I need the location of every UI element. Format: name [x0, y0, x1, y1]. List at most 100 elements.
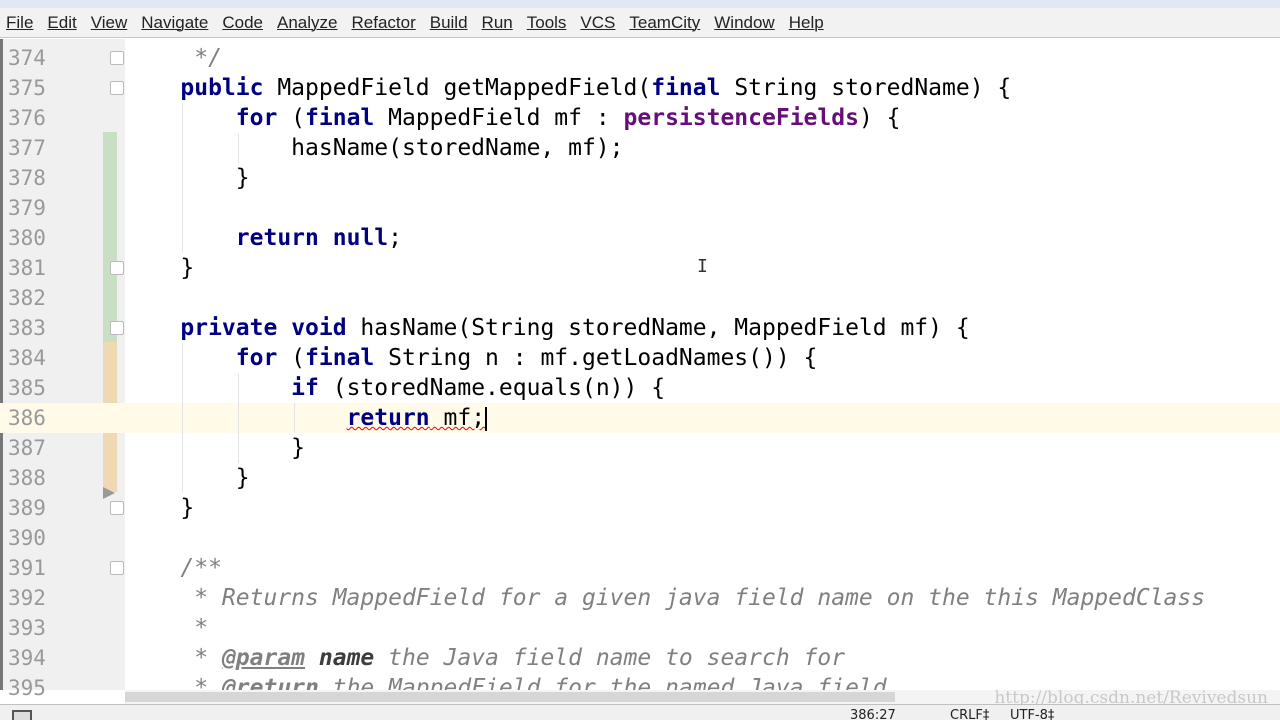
indent-guide — [238, 133, 239, 163]
code-token: @param — [221, 645, 306, 671]
code-token: hasName(storedName, mf); — [125, 135, 624, 161]
code-token: * Returns MappedField for a given java f… — [180, 585, 1206, 611]
code-token: ) { — [858, 105, 901, 131]
code-token: for — [235, 105, 278, 131]
title-bar — [0, 0, 1280, 8]
code-line[interactable]: 392 * Returns MappedField for a given ja… — [0, 583, 1280, 613]
code-line[interactable]: 374 */ — [0, 43, 1280, 73]
code-text: private void hasName(String storedName, … — [125, 313, 969, 343]
code-token: the Java field name to search for — [374, 645, 846, 671]
code-line[interactable]: 376 for (final MappedField mf : persiste… — [0, 103, 1280, 133]
code-text: } — [125, 253, 194, 283]
code-token: persistenceFields — [623, 105, 859, 131]
code-token: } — [125, 165, 250, 191]
menu-file[interactable]: File — [6, 13, 33, 33]
code-text: } — [125, 493, 194, 523]
code-line[interactable]: 375 public MappedField getMappedField(fi… — [0, 73, 1280, 103]
code-token: public — [180, 75, 264, 101]
code-line[interactable]: 381 } — [0, 253, 1280, 283]
code-line[interactable]: 390 — [0, 523, 1280, 553]
code-line[interactable]: 384 for (final String n : mf.getLoadName… — [0, 343, 1280, 373]
menu-teamcity[interactable]: TeamCity — [629, 13, 700, 33]
code-token: final — [305, 105, 375, 131]
menu-code[interactable]: Code — [222, 13, 263, 33]
code-token: ; — [388, 225, 402, 251]
code-line[interactable]: 387 } — [0, 433, 1280, 463]
code-text: * — [125, 613, 208, 643]
code-line[interactable]: 389 } — [0, 493, 1280, 523]
code-token: return — [346, 405, 430, 431]
code-line[interactable]: 391 /** — [0, 553, 1280, 583]
code-token: return — [235, 225, 319, 251]
code-line[interactable]: 386 return mf; — [0, 403, 1280, 433]
line-number: 384 — [8, 346, 46, 370]
caret-position[interactable]: 386:27 — [850, 708, 896, 720]
code-token: } — [125, 435, 306, 461]
file-encoding[interactable]: UTF-8‡ — [1010, 708, 1054, 720]
code-token: /** — [180, 555, 222, 581]
code-text: * @param name the Java field name to sea… — [125, 643, 845, 673]
menu-vcs[interactable]: VCS — [580, 13, 615, 33]
code-token: ( — [277, 345, 306, 371]
code-line[interactable]: 385 if (storedName.equals(n)) { — [0, 373, 1280, 403]
line-number: 389 — [8, 496, 46, 520]
code-token: for — [235, 345, 278, 371]
tool-windows-icon[interactable] — [12, 710, 32, 720]
text-caret — [485, 406, 488, 431]
menu-view[interactable]: View — [91, 13, 128, 33]
menu-tools[interactable]: Tools — [527, 13, 567, 33]
code-token: } — [125, 255, 195, 281]
code-text: /** — [125, 553, 222, 583]
code-text: hasName(storedName, mf); — [125, 133, 624, 163]
code-text: */ — [125, 43, 222, 73]
menu-help[interactable]: Help — [789, 13, 824, 33]
line-separator[interactable]: CRLF‡ — [950, 708, 989, 720]
line-number: 375 — [8, 76, 46, 100]
line-number: 376 — [8, 106, 46, 130]
code-token: name — [318, 645, 375, 671]
line-number: 386 — [8, 406, 46, 430]
indent-guide — [182, 103, 183, 253]
code-line[interactable]: 380 return null; — [0, 223, 1280, 253]
menu-navigate[interactable]: Navigate — [141, 13, 208, 33]
menu-build[interactable]: Build — [430, 13, 468, 33]
indent-guide — [238, 373, 239, 463]
mouse-ibeam-cursor-icon: I — [697, 256, 708, 277]
menu-analyze[interactable]: Analyze — [277, 13, 337, 33]
menu-window[interactable]: Window — [714, 13, 774, 33]
code-editor[interactable]: 374 */375 public MappedField getMappedFi… — [0, 43, 1280, 703]
menu-bar: File Edit View Navigate Code Analyze Refactor B… — [0, 8, 1280, 38]
line-number: 377 — [8, 136, 46, 160]
line-number: 374 — [8, 46, 46, 70]
line-number: 385 — [8, 376, 46, 400]
line-number: 395 — [8, 676, 46, 700]
scrollbar-thumb[interactable] — [125, 692, 895, 702]
code-token: * — [180, 615, 209, 641]
code-line[interactable]: 383 private void hasName(String storedNa… — [0, 313, 1280, 343]
code-line[interactable]: 378 } — [0, 163, 1280, 193]
menu-edit[interactable]: Edit — [47, 13, 76, 33]
code-text: return mf; — [125, 403, 488, 433]
code-line[interactable]: 379 — [0, 193, 1280, 223]
menu-refactor[interactable]: Refactor — [351, 13, 415, 33]
code-line[interactable]: 393 * — [0, 613, 1280, 643]
code-line[interactable]: 382 — [0, 283, 1280, 313]
code-line[interactable]: 377 hasName(storedName, mf); — [0, 133, 1280, 163]
code-token: final — [651, 75, 721, 101]
status-bar: 386:27 CRLF‡ UTF-8‡ — [0, 704, 1280, 720]
menu-run[interactable]: Run — [482, 13, 513, 33]
code-line[interactable]: 388 } — [0, 463, 1280, 493]
code-line[interactable]: 394 * @param name the Java field name to… — [0, 643, 1280, 673]
code-text: for (final MappedField mf : persistenceF… — [125, 103, 901, 133]
line-number: 390 — [8, 526, 46, 550]
code-token: String storedName) { — [720, 75, 1012, 101]
